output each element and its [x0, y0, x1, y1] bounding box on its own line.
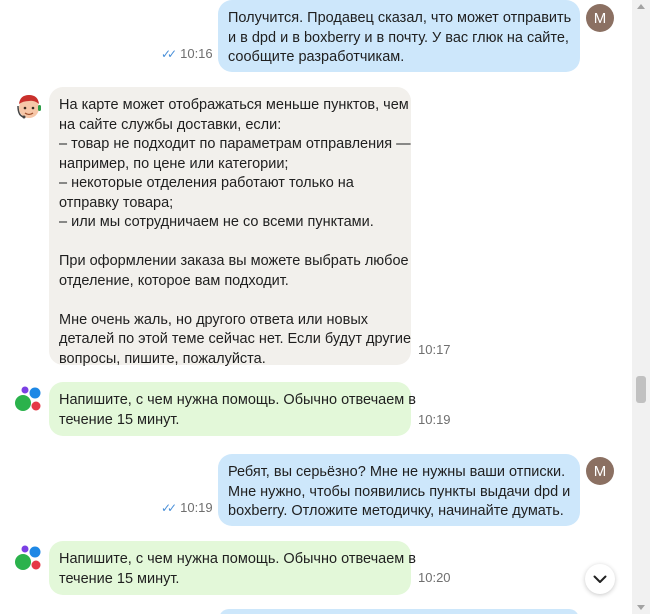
- scrollbar[interactable]: [632, 0, 650, 614]
- message-line: сообщите разработчикам.: [228, 49, 405, 65]
- message-line: деталей по этой теме сейчас нет. Если бу…: [59, 331, 412, 347]
- scroll-down-arrow-icon[interactable]: [637, 605, 645, 610]
- message-time: ✓✓ 10:16: [161, 46, 213, 61]
- user-message-bubble: Получится. Продавец сказал, что может от…: [218, 0, 580, 72]
- user-message-bubble: Ребят, вы серьёзно? Мне не нужны ваши от…: [218, 454, 580, 526]
- message-line: Ребят, вы серьёзно? Мне не нужны ваши от…: [228, 464, 566, 480]
- message-line: например, по цене или категории;: [59, 155, 289, 172]
- message-line: Мне очень жаль, но другого ответа или но…: [59, 311, 368, 328]
- message-line: и в dpd и в boxberry и в почту. У вас гл…: [228, 29, 569, 46]
- chevron-down-icon: [593, 575, 607, 583]
- service-message-bubble: Напишите, с чем нужна помощь. Обычно отв…: [49, 382, 416, 436]
- support-agent-avatar-icon: [17, 95, 41, 119]
- message-line: вопросы, пишите, пожалуйста.: [59, 350, 266, 367]
- scroll-up-arrow-icon[interactable]: [637, 4, 645, 9]
- message-time: ✓✓ 10:19: [161, 500, 213, 515]
- scrollbar-thumb[interactable]: [636, 376, 646, 403]
- service-logo-icon: [15, 545, 41, 570]
- message-time: 10:17: [418, 342, 451, 357]
- message-line: на сайте службы доставки, если:: [59, 116, 282, 133]
- message-line: течение 15 минут.: [59, 570, 180, 587]
- service-message-bubble: Напишите, с чем нужна помощь. Обычно отв…: [49, 541, 416, 595]
- message-line: boxberry. Отложите методичку, начинайте …: [228, 503, 564, 519]
- message-line: Напишите, с чем нужна помощь. Обычно отв…: [59, 392, 416, 408]
- message-line: На карте может отображаться меньше пункт…: [59, 97, 409, 113]
- agent-message-bubble: На карте может отображаться меньше пункт…: [49, 87, 412, 367]
- message-line: Напишите, с чем нужна помощь. Обычно отв…: [59, 551, 416, 567]
- message-line: При оформлении заказа вы можете выбрать …: [59, 253, 409, 269]
- message-time: 10:19: [418, 412, 451, 427]
- message-line: – некоторые отделения работают только на: [59, 175, 354, 191]
- scroll-to-bottom-button[interactable]: [585, 564, 615, 594]
- user-avatar: М: [586, 457, 614, 485]
- message-line: отделение, которое вам подходит.: [59, 272, 289, 289]
- user-avatar: М: [586, 4, 614, 32]
- message-time: 10:20: [418, 570, 451, 585]
- double-check-icon: ✓✓: [161, 47, 177, 61]
- message-line: – товар не подходит по параметрам отправ…: [59, 136, 411, 152]
- message-line: Получится. Продавец сказал, что может от…: [228, 10, 572, 26]
- user-message-bubble-partial: [219, 609, 579, 614]
- message-line: Мне нужно, чтобы появились пункты выдачи…: [228, 483, 571, 500]
- service-logo-icon: [15, 386, 41, 411]
- double-check-icon: ✓✓: [161, 501, 177, 515]
- message-line: отправку товара;: [59, 194, 174, 211]
- message-line: – или мы сотрудничаем не со всеми пункта…: [59, 214, 374, 230]
- chat-message-list[interactable]: ✓✓ 10:16 Получится. Продавец сказал, что …: [0, 0, 632, 614]
- message-line: течение 15 минут.: [59, 411, 180, 428]
